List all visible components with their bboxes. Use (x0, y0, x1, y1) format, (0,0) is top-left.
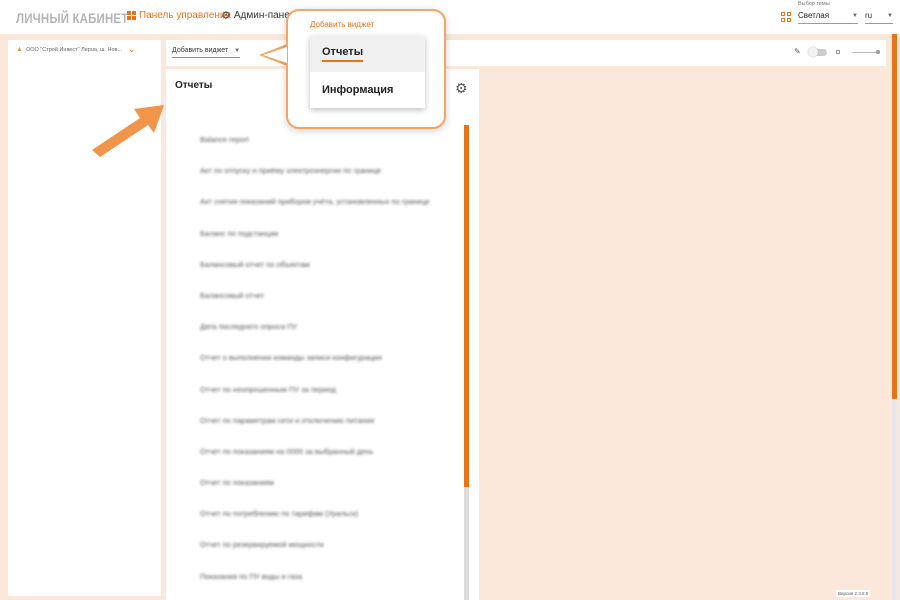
menu-item-reports[interactable]: Отчеты (310, 36, 425, 72)
organization-value: ООО "Строй Инвест" Лерua, ш. Нов... (25, 46, 123, 53)
pencil-icon[interactable]: ✎ (794, 47, 801, 56)
chevron-down-icon: ▼ (234, 47, 241, 54)
list-item[interactable]: Балансовый отчет по объектам (200, 260, 470, 291)
add-widget-select[interactable]: Добавить виджет ▼ (172, 47, 241, 58)
reports-widget: Отчеты ⚙ Balance report Акт по отпуску и… (166, 69, 479, 600)
list-item[interactable]: Отчет о выполнении команды записи конфиг… (200, 353, 470, 384)
chevron-down-icon: ⌄ (128, 44, 136, 54)
list-item[interactable]: Отчет по показаниям (200, 478, 470, 509)
organization-select[interactable]: ▲ ООО "Строй Инвест" Лерua, ш. Нов... ⌄ (16, 44, 163, 55)
version-label: Версия 2.3.6.5 (836, 590, 871, 597)
theme-grid-icon (781, 12, 791, 22)
page-scrollbar-thumb[interactable] (892, 34, 897, 399)
theme-select-label: Выбор темы (798, 1, 830, 7)
settings-gear-icon[interactable]: ⚙ (455, 81, 468, 95)
theme-select[interactable]: Выбор темы Светлая ▼ (798, 1, 858, 24)
list-item[interactable]: Отчет по показаниям на 0000 за выбранный… (200, 447, 470, 478)
list-item[interactable]: Отчет по резервируемой мощности (200, 540, 470, 571)
nav-dashboard[interactable]: Панель управления (127, 10, 231, 21)
list-item[interactable]: Баланс по подстанции (200, 229, 470, 260)
reports-widget-title: Отчеты (175, 80, 213, 91)
list-item[interactable]: Дата последнего опроса ПУ (200, 322, 470, 353)
list-item[interactable]: Акт снятия показаний приборов учёта, уст… (200, 197, 470, 228)
chevron-down-icon: ▼ (852, 12, 858, 19)
top-bar: ЛИЧНЫЙ КАБИНЕТ Панель управления ⚙ Админ… (0, 0, 900, 34)
add-widget-label: Добавить виджет (172, 47, 229, 54)
theme-select-value: Светлая (798, 11, 830, 20)
list-item[interactable]: Акт по отпуску и приёму электроэнергии п… (200, 166, 470, 197)
menu-item-information-label: Информация (322, 84, 394, 96)
arrow-pointer-icon (92, 105, 164, 157)
callout-pointer-inner (263, 47, 287, 63)
menu-item-information[interactable]: Информация (310, 72, 425, 108)
nav-dashboard-label: Панель управления (139, 10, 231, 21)
organization-icon: ▲ (16, 46, 23, 53)
list-item[interactable]: Балансовый отчет (200, 291, 470, 322)
edit-mode-toggle[interactable] (808, 47, 827, 57)
list-item[interactable]: Отчет по параметрам сети и отключению пи… (200, 416, 470, 447)
square-icon (836, 50, 840, 54)
reports-list: Balance report Акт по отпуску и приёму э… (200, 135, 470, 600)
brand-logo[interactable]: ЛИЧНЫЙ КАБИНЕТ (16, 10, 128, 26)
callout-header: Добавить виджет (310, 20, 375, 29)
language-select[interactable]: ru ▼ (865, 10, 893, 24)
menu-item-reports-label: Отчеты (322, 46, 364, 62)
list-item[interactable]: Balance report (200, 135, 470, 166)
zoom-slider[interactable] (852, 50, 880, 54)
list-item[interactable]: Отчет по потреблению по тарифам (Уральск… (200, 509, 470, 540)
dashboard-icon (127, 11, 136, 20)
reports-scrollbar-thumb[interactable] (464, 125, 469, 487)
list-item[interactable]: Показания по ПУ воды и газа (200, 572, 470, 600)
widget-type-menu: Отчеты Информация (310, 36, 425, 108)
add-widget-callout: Добавить виджет Отчеты Информация (286, 9, 446, 129)
list-item[interactable]: Отчет по неопрошенным ПУ за период (200, 385, 470, 416)
page-scrollbar[interactable] (892, 34, 897, 600)
reports-scrollbar[interactable] (464, 125, 469, 600)
chevron-down-icon: ▼ (887, 12, 893, 19)
gear-icon: ⚙ (221, 9, 231, 22)
language-value: ru (865, 11, 873, 20)
